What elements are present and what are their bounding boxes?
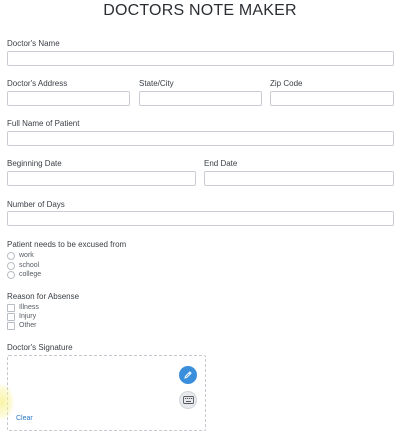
beginning-date-field[interactable] — [7, 171, 196, 186]
radio-work[interactable] — [7, 252, 15, 260]
radio-work-label: work — [19, 252, 34, 259]
checkbox-injury-label: Injury — [19, 313, 37, 320]
radio-college[interactable] — [7, 271, 15, 279]
radio-school[interactable] — [7, 262, 15, 270]
signature-pad[interactable]: Clear — [7, 355, 206, 431]
pen-icon[interactable] — [179, 366, 197, 384]
excused-from-label: Patient needs to be excused from — [7, 240, 127, 249]
end-date-field[interactable] — [204, 171, 394, 186]
zip-code-field[interactable] — [270, 91, 394, 106]
keyboard-icon[interactable] — [179, 391, 197, 409]
doctor-address-label: Doctor's Address — [7, 79, 68, 88]
signature-label: Doctor's Signature — [7, 343, 73, 352]
radio-college-label: college — [19, 271, 42, 278]
checkbox-other-label: Other — [19, 322, 37, 329]
page-title: DOCTORS NOTE MAKER — [103, 2, 297, 19]
checkbox-illness[interactable] — [7, 304, 15, 312]
state-city-label: State/City — [139, 79, 174, 88]
zip-code-label: Zip Code — [270, 79, 303, 88]
radio-school-label: school — [19, 262, 40, 269]
clear-signature-button[interactable]: Clear — [16, 415, 33, 422]
number-of-days-field[interactable] — [7, 211, 394, 226]
number-of-days-label: Number of Days — [7, 200, 65, 209]
end-date-label: End Date — [204, 159, 238, 168]
doctor-address-field[interactable] — [7, 91, 130, 106]
patient-name-field[interactable] — [7, 131, 394, 146]
reason-label: Reason for Absense — [7, 292, 80, 301]
checkbox-other[interactable] — [7, 322, 15, 330]
doctor-name-field[interactable] — [7, 51, 394, 66]
doctor-name-label: Doctor's Name — [7, 39, 60, 48]
checkbox-injury[interactable] — [7, 313, 15, 321]
beginning-date-label: Beginning Date — [7, 159, 62, 168]
patient-name-label: Full Name of Patient — [7, 119, 80, 128]
checkbox-illness-label: Illness — [19, 304, 39, 311]
state-city-field[interactable] — [139, 91, 262, 106]
